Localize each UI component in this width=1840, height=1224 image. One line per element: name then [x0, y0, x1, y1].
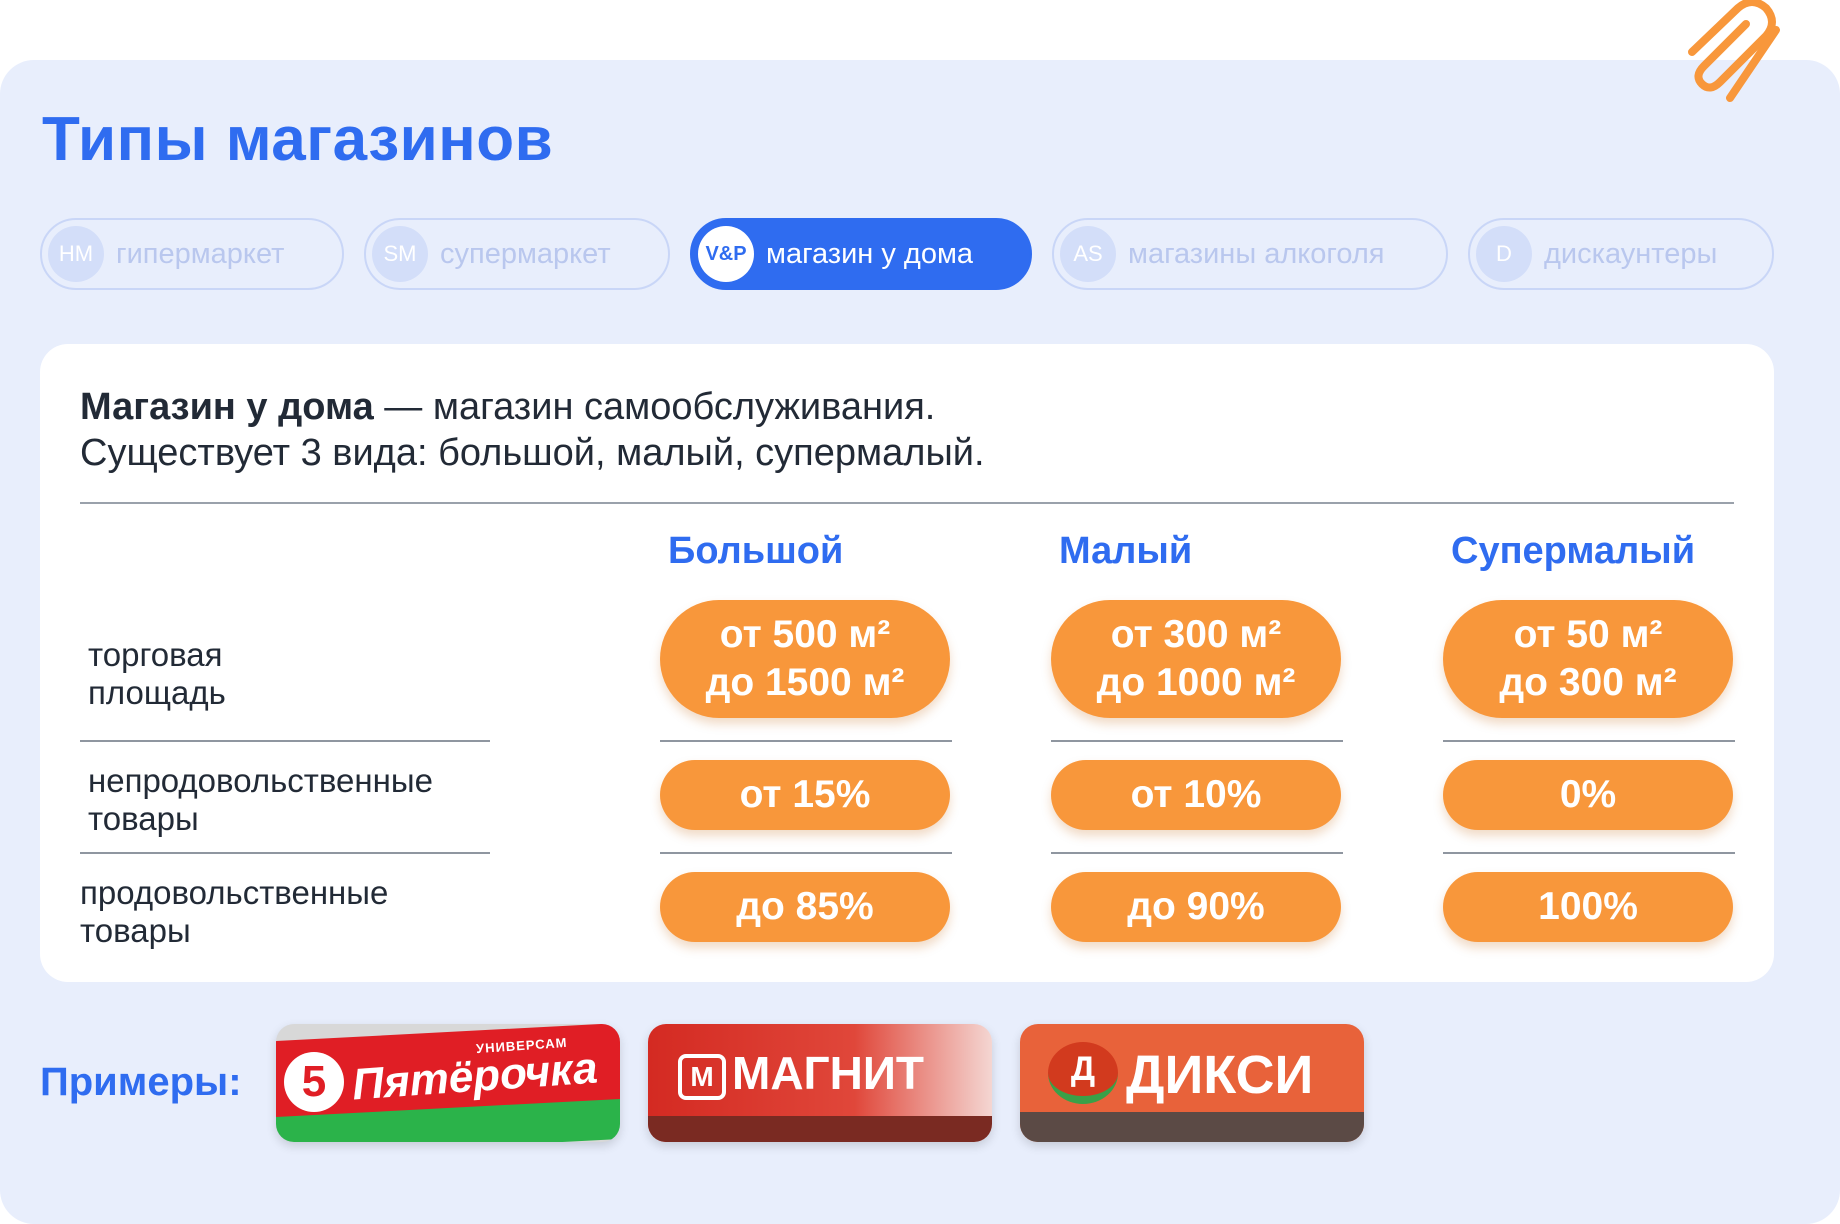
tab-label: магазины алкоголя [1128, 237, 1385, 270]
column-header-large: Большой [668, 530, 844, 572]
logo-magnit: М МАГНИТ [648, 1024, 992, 1142]
row-label-line: непродовольственные [88, 762, 433, 799]
logo-dixy: Д ДИКСИ [1020, 1024, 1364, 1142]
column-header-supersmall: Супермалый [1451, 530, 1696, 572]
area-pill-large: от 500 м² до 1500 м² [660, 600, 950, 718]
logo-dixy-icon: Д [1048, 1042, 1118, 1104]
area-from: от 500 м² [719, 613, 891, 656]
row-label-area: торговая площадь [88, 636, 226, 712]
area-to: до 1500 м² [705, 661, 905, 704]
paperclip-icon [1688, 0, 1780, 102]
column-header-small: Малый [1059, 530, 1193, 572]
row-divider [660, 852, 952, 854]
logo-name: МАГНИТ [732, 1047, 924, 1099]
term: Магазин у дома [80, 386, 374, 428]
row-divider [80, 740, 490, 742]
tab-abbr-icon: D [1476, 226, 1532, 282]
row-divider [1051, 740, 1343, 742]
divider [80, 502, 1734, 504]
definition: — магазин самообслуживания. [373, 386, 936, 428]
row-label-line: товары [88, 800, 199, 837]
logo-magnit-icon: М [678, 1054, 726, 1100]
description: Магазин у дома — магазин самообслуживани… [80, 384, 985, 476]
row-label-line: торговая [88, 636, 223, 673]
tab-label: магазин у дома [766, 237, 974, 270]
food-pill-large: до 85% [660, 872, 950, 942]
non-food-pill-supersmall: 0% [1443, 760, 1733, 830]
tab-supermarket[interactable]: SM супермаркет [364, 218, 670, 290]
examples-label: Примеры: [40, 1060, 242, 1104]
tab-abbr-icon: AS [1060, 226, 1116, 282]
tab-label: гипермаркет [116, 237, 285, 270]
area-from: от 50 м² [1513, 613, 1663, 656]
area-pill-small: от 300 м² до 1000 м² [1051, 600, 1341, 718]
row-divider [80, 852, 490, 854]
tab-convenience-store[interactable]: V&P магазин у дома [690, 218, 1032, 290]
row-divider [1443, 852, 1735, 854]
row-label-line: товары [80, 912, 191, 949]
area-pill-supersmall: от 50 м² до 300 м² [1443, 600, 1733, 718]
tab-hypermarket[interactable]: HM гипермаркет [40, 218, 344, 290]
row-divider [660, 740, 952, 742]
food-pill-supersmall: 100% [1443, 872, 1733, 942]
tab-label: дискаунтеры [1544, 237, 1718, 270]
area-to: до 1000 м² [1096, 661, 1296, 704]
row-divider [1443, 740, 1735, 742]
tab-abbr-icon: SM [372, 226, 428, 282]
area-to: до 300 м² [1499, 661, 1677, 704]
non-food-pill-large: от 15% [660, 760, 950, 830]
info-card: Магазин у дома — магазин самообслуживани… [40, 344, 1774, 982]
row-divider [1051, 852, 1343, 854]
tab-alcohol-stores[interactable]: AS магазины алкоголя [1052, 218, 1448, 290]
row-label-line: продовольственные [80, 874, 389, 911]
description-line-2: Существует 3 вида: большой, малый, супер… [80, 432, 985, 474]
logo-five-icon: 5 [284, 1052, 344, 1112]
logo-name: ДИКСИ [1126, 1045, 1314, 1105]
logo-bg-bottom [1020, 1112, 1364, 1142]
tab-discounters[interactable]: D дискаунтеры [1468, 218, 1774, 290]
non-food-pill-small: от 10% [1051, 760, 1341, 830]
logo-bg-bottom [648, 1116, 992, 1142]
food-pill-small: до 90% [1051, 872, 1341, 942]
page-title: Типы магазинов [42, 105, 554, 174]
tab-abbr-icon: HM [48, 226, 104, 282]
area-from: от 300 м² [1110, 613, 1282, 656]
logo-pyaterochka: 5 УНИВЕРСАМ Пятёрочка [276, 1024, 620, 1142]
row-label-line: площадь [88, 674, 226, 711]
tab-label: супермаркет [440, 237, 611, 270]
row-label-non-food: непродовольственные товары [88, 762, 433, 838]
row-label-food: продовольственные товары [80, 874, 388, 950]
tab-abbr-icon: V&P [698, 226, 754, 282]
